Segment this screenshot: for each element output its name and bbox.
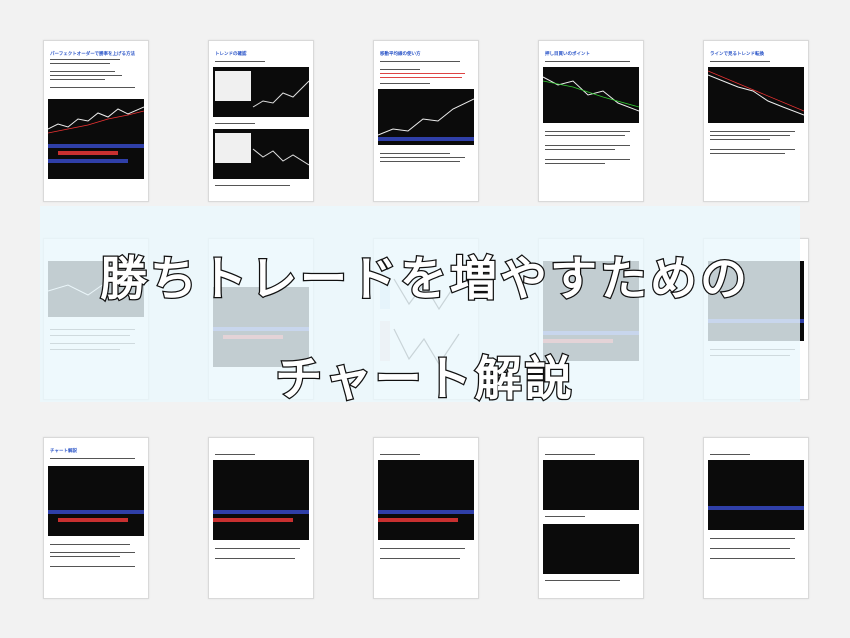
indicator-bar — [58, 518, 128, 522]
doc-page-13 — [373, 437, 479, 599]
text-line — [710, 149, 795, 151]
text-line — [545, 135, 625, 137]
text-line — [380, 548, 465, 550]
title-line-1: 勝ちトレードを増やすための — [99, 251, 750, 309]
doc-page-5: ラインで見るトレンド転換 — [703, 40, 809, 202]
text-line — [215, 185, 290, 187]
text-line — [545, 131, 630, 133]
page-heading: トレンドの確認 — [215, 52, 247, 57]
text-line — [50, 71, 115, 73]
indicator-bar — [378, 137, 474, 141]
text-line — [545, 159, 630, 161]
text-line — [215, 548, 300, 550]
doc-page-2: トレンドの確認 — [208, 40, 314, 202]
text-line — [380, 61, 460, 63]
chart-image — [708, 67, 804, 123]
text-line — [710, 131, 795, 133]
text-line — [50, 556, 120, 558]
text-line — [380, 83, 430, 85]
text-line — [545, 454, 595, 456]
text-line — [710, 558, 795, 560]
chart-image — [543, 460, 639, 510]
text-line — [380, 157, 465, 159]
text-line — [545, 580, 620, 582]
indicator-bar — [213, 510, 309, 514]
chart-image — [378, 460, 474, 540]
text-line — [215, 558, 295, 560]
chart-image — [378, 89, 474, 145]
doc-page-4: 押し目買いのポイント — [538, 40, 644, 202]
page-heading: チャート解説 — [50, 449, 77, 454]
text-line — [215, 123, 255, 125]
text-line — [380, 558, 460, 560]
indicator-bar — [58, 151, 118, 155]
doc-page-15 — [703, 437, 809, 599]
text-line — [380, 153, 450, 155]
text-line — [545, 163, 605, 165]
text-line — [50, 63, 110, 65]
title-line-2: チャート解説 — [274, 351, 575, 409]
chart-image — [543, 524, 639, 574]
text-line — [545, 145, 630, 147]
text-line — [50, 59, 120, 61]
text-line — [710, 454, 750, 456]
text-line — [50, 458, 135, 460]
text-line — [380, 454, 420, 456]
text-line — [50, 552, 135, 554]
indicator-bar — [708, 506, 804, 510]
chart-image — [48, 466, 144, 536]
text-line — [50, 544, 130, 546]
text-line — [545, 149, 615, 151]
text-line — [710, 61, 770, 63]
text-line — [710, 548, 790, 550]
text-line — [50, 79, 105, 81]
text-line — [50, 87, 135, 89]
text-line — [380, 73, 465, 75]
chart-image — [48, 99, 144, 179]
chart-image — [213, 129, 309, 179]
text-line — [215, 61, 265, 63]
text-line — [710, 153, 785, 155]
text-line — [215, 454, 255, 456]
text-line — [50, 566, 135, 568]
indicator-bar — [48, 510, 144, 514]
doc-page-1: パーフェクトオーダーで勝率を上げる方法 — [43, 40, 149, 202]
page-heading: 移動平均線の使い方 — [380, 52, 421, 57]
indicator-bar — [378, 518, 458, 522]
page-heading: パーフェクトオーダーで勝率を上げる方法 — [50, 52, 135, 57]
doc-page-3: 移動平均線の使い方 — [373, 40, 479, 202]
text-line — [545, 61, 630, 63]
chart-image — [213, 460, 309, 540]
text-line — [710, 538, 795, 540]
chart-image — [543, 67, 639, 123]
indicator-bar — [213, 518, 293, 522]
chart-image — [708, 460, 804, 530]
text-line — [380, 69, 420, 71]
doc-page-12 — [208, 437, 314, 599]
doc-page-11: チャート解説 — [43, 437, 149, 599]
chart-image — [213, 67, 309, 117]
text-line — [545, 516, 585, 518]
text-line — [380, 161, 460, 163]
indicator-bar — [378, 510, 474, 514]
text-line — [710, 139, 770, 141]
text-line — [710, 135, 790, 137]
page-heading: 押し目買いのポイント — [545, 52, 590, 57]
indicator-bar — [48, 144, 144, 148]
page-heading: ラインで見るトレンド転換 — [710, 52, 764, 57]
text-line — [50, 75, 122, 77]
text-line — [380, 77, 462, 79]
indicator-bar — [48, 159, 128, 163]
doc-page-14 — [538, 437, 644, 599]
